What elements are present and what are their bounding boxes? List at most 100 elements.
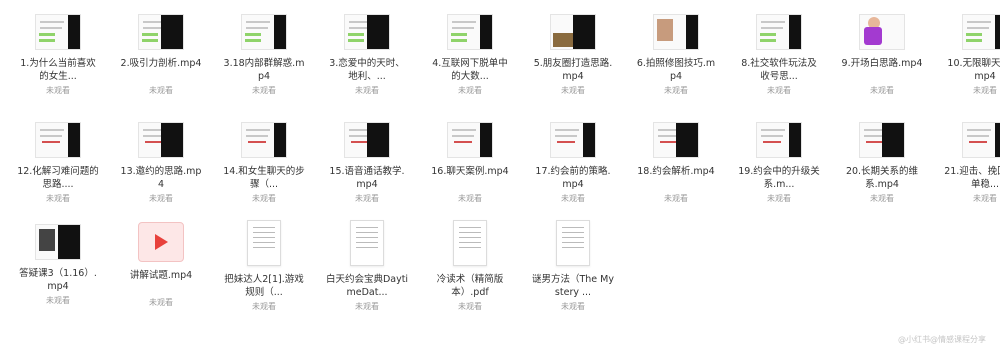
video-thumbnail[interactable] (35, 122, 81, 158)
file-item[interactable]: 4.互联网下脱单中的大数... 未观看 (420, 4, 520, 96)
watch-status: 未观看 (355, 302, 379, 311)
watch-status: 未观看 (973, 86, 997, 95)
file-name[interactable]: 5.朋友圈打造思路.mp4 (531, 57, 615, 83)
watch-status: 未观看 (664, 194, 688, 203)
video-thumbnail[interactable] (344, 14, 390, 50)
video-thumbnail[interactable] (344, 122, 390, 158)
watch-status: 未观看 (973, 194, 997, 203)
play-icon[interactable] (138, 222, 184, 262)
document-icon[interactable] (453, 220, 487, 266)
file-name[interactable]: 把妹达人2[1].游戏规则（... (222, 273, 306, 299)
file-item[interactable]: 16.聊天案例.mp4 未观看 (420, 112, 520, 204)
file-name[interactable]: 1.为什么当前喜欢的女生... (16, 57, 100, 83)
watch-status: 未观看 (767, 86, 791, 95)
file-name[interactable]: 4.互联网下脱单中的大数... (428, 57, 512, 83)
file-name[interactable]: 18.约会解析.mp4 (634, 165, 718, 191)
file-item[interactable]: 14.和女生聊天的步骤（... 未观看 (214, 112, 314, 204)
watch-status: 未观看 (252, 302, 276, 311)
document-icon[interactable] (350, 220, 384, 266)
watch-status: 未观看 (46, 194, 70, 203)
file-name[interactable]: 8.社交软件玩法及收号思... (737, 57, 821, 83)
file-item[interactable]: 冷读术（精简版本）.pdf 未观看 (420, 214, 520, 312)
file-name[interactable]: 6.拍照修图技巧.mp4 (634, 57, 718, 83)
watch-status: 未观看 (664, 86, 688, 95)
video-thumbnail[interactable] (756, 14, 802, 50)
file-item[interactable]: 9.开场白思路.mp4 未观看 (832, 4, 932, 96)
file-name[interactable]: 16.聊天案例.mp4 (428, 165, 512, 191)
video-thumbnail[interactable] (447, 122, 493, 158)
video-thumbnail[interactable] (859, 14, 905, 50)
file-name[interactable]: 冷读术（精简版本）.pdf (428, 273, 512, 299)
document-icon[interactable] (556, 220, 590, 266)
watch-status: 未观看 (149, 298, 173, 307)
video-thumbnail[interactable] (962, 122, 1000, 158)
file-item[interactable]: 19.约会中的升级关系.m... 未观看 (729, 112, 829, 204)
file-name[interactable]: 20.长期关系的维系.mp4 (840, 165, 924, 191)
watch-status: 未观看 (252, 194, 276, 203)
file-name[interactable]: 3.恋爱中的天时、地利、... (325, 57, 409, 83)
file-item[interactable]: 8.社交软件玩法及收号思... 未观看 (729, 4, 829, 96)
watch-status: 未观看 (870, 86, 894, 95)
file-item[interactable]: 1.为什么当前喜欢的女生... 未观看 (8, 4, 108, 96)
video-thumbnail[interactable] (35, 224, 81, 260)
file-name[interactable]: 3.18内部群解惑.mp4 (222, 57, 306, 83)
video-thumbnail[interactable] (653, 122, 699, 158)
file-name[interactable]: 谜男方法（The Mystery ... (531, 273, 615, 299)
watch-status: 未观看 (561, 86, 585, 95)
watch-status: 未观看 (870, 194, 894, 203)
file-item[interactable]: 21.迎击、挽回、脱单稳... 未观看 (935, 112, 1000, 204)
file-item[interactable]: 18.约会解析.mp4 未观看 (626, 112, 726, 204)
watch-status: 未观看 (149, 86, 173, 95)
video-thumbnail[interactable] (550, 122, 596, 158)
file-name[interactable]: 12.化解习难问题的思路.... (16, 165, 100, 191)
file-item[interactable]: 白天约会宝典DaytimeDat... 未观看 (317, 214, 417, 312)
file-item[interactable]: 20.长期关系的维系.mp4 未观看 (832, 112, 932, 204)
file-item[interactable]: 6.拍照修图技巧.mp4 未观看 (626, 4, 726, 96)
file-item[interactable]: 12.化解习难问题的思路.... 未观看 (8, 112, 108, 204)
watch-status: 未观看 (252, 86, 276, 95)
file-name[interactable]: 21.迎击、挽回、脱单稳... (943, 165, 1000, 191)
file-name[interactable]: 15.语音通话教学.mp4 (325, 165, 409, 191)
file-name[interactable]: 19.约会中的升级关系.m... (737, 165, 821, 191)
file-item[interactable]: 把妹达人2[1].游戏规则（... 未观看 (214, 214, 314, 312)
video-thumbnail[interactable] (241, 14, 287, 50)
file-name[interactable]: 答疑课3（1.16）.mp4 (16, 267, 100, 293)
file-item[interactable]: 2.吸引力剖析.mp4 未观看 (111, 4, 211, 96)
video-thumbnail[interactable] (35, 14, 81, 50)
watermark: @小红书@情感课程分享 (898, 335, 986, 344)
video-thumbnail[interactable] (962, 14, 1000, 50)
video-thumbnail[interactable] (138, 122, 184, 158)
watch-status: 未观看 (46, 296, 70, 305)
file-item[interactable]: 17.约会前的策略.mp4 未观看 (523, 112, 623, 204)
video-thumbnail[interactable] (241, 122, 287, 158)
file-item[interactable]: 10.无限聊天方法.mp4 未观看 (935, 4, 1000, 96)
file-name[interactable]: 2.吸引力剖析.mp4 (119, 57, 203, 83)
file-name[interactable]: 14.和女生聊天的步骤（... (222, 165, 306, 191)
file-name[interactable]: 9.开场白思路.mp4 (840, 57, 924, 83)
video-thumbnail[interactable] (550, 14, 596, 50)
file-item[interactable]: 3.恋爱中的天时、地利、... 未观看 (317, 4, 417, 96)
video-thumbnail[interactable] (447, 14, 493, 50)
watch-status: 未观看 (149, 194, 173, 203)
file-name[interactable]: 10.无限聊天方法.mp4 (943, 57, 1000, 83)
watch-status: 未观看 (458, 86, 482, 95)
video-thumbnail[interactable] (756, 122, 802, 158)
watch-status: 未观看 (458, 302, 482, 311)
file-item[interactable]: 5.朋友圈打造思路.mp4 未观看 (523, 4, 623, 96)
video-thumbnail[interactable] (138, 14, 184, 50)
watch-status: 未观看 (355, 86, 379, 95)
file-item[interactable]: 15.语音通话教学.mp4 未观看 (317, 112, 417, 204)
file-item[interactable]: 答疑课3（1.16）.mp4 未观看 (8, 214, 108, 306)
video-thumbnail[interactable] (859, 122, 905, 158)
file-item[interactable]: 3.18内部群解惑.mp4 未观看 (214, 4, 314, 96)
file-item[interactable]: 13.邀约的思路.mp4 未观看 (111, 112, 211, 204)
watch-status: 未观看 (458, 194, 482, 203)
file-item[interactable]: 讲解试题.mp4 未观看 (111, 214, 211, 308)
file-name[interactable]: 17.约会前的策略.mp4 (531, 165, 615, 191)
file-item[interactable]: 谜男方法（The Mystery ... 未观看 (523, 214, 623, 312)
file-name[interactable]: 白天约会宝典DaytimeDat... (325, 273, 409, 299)
file-name[interactable]: 讲解试题.mp4 (119, 269, 203, 295)
video-thumbnail[interactable] (653, 14, 699, 50)
file-name[interactable]: 13.邀约的思路.mp4 (119, 165, 203, 191)
document-icon[interactable] (247, 220, 281, 266)
